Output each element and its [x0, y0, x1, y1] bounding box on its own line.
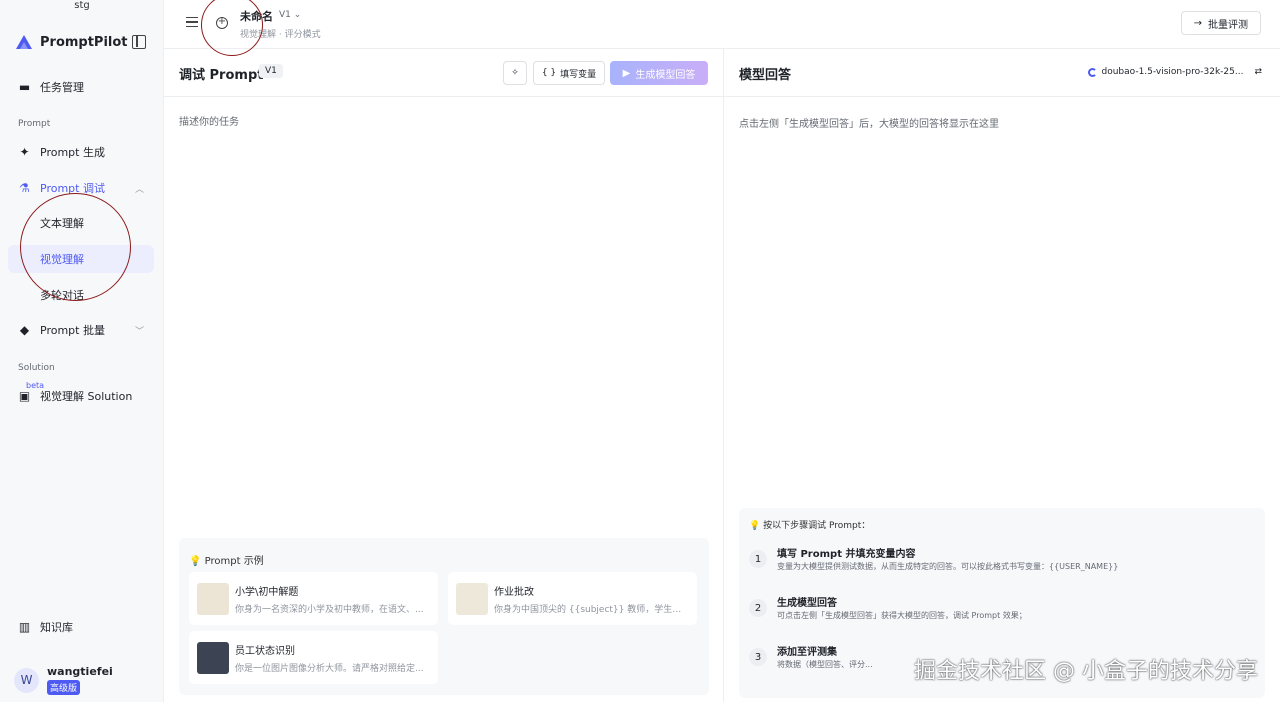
sidebar-item-label: 任务管理: [40, 81, 84, 94]
panel-title: 模型回答: [739, 68, 792, 83]
sidebar-item-prompt-gen[interactable]: ✦ Prompt 生成: [8, 138, 154, 166]
generate-button[interactable]: ▶ 生成模型回答: [610, 61, 708, 85]
watermark: 掘金技术社区 @ 小盒子的技术分享: [914, 659, 1258, 684]
section-label-prompt: Prompt: [18, 119, 51, 129]
model-selector[interactable]: doubao-1.5-vision-pro-32k-25... ⇄: [1087, 67, 1262, 77]
user-name: wangtiefei: [47, 665, 113, 678]
arrow-right-icon: →: [1193, 17, 1202, 29]
sidebar-item-task-mgmt[interactable]: ▬ 任务管理: [8, 73, 154, 101]
step-title: 生成模型回答: [777, 598, 837, 609]
sidebar-item-label: 知识库: [40, 621, 73, 634]
debug-panel: 调试 Prompt V1 ✧ { } 填写变量 ▶ 生成模型回答 描述你的任务 …: [164, 49, 724, 702]
folder-icon: ▬: [18, 80, 31, 94]
topbar: + 未命名 V1 ⌄ 视觉理解 · 评分模式 → 批量评测: [164, 0, 1280, 49]
prompt-examples: 💡 Prompt 示例 小学\初中解题 你身为一名资深的小学及初中教师，在语文、…: [179, 538, 709, 695]
chevron-down-icon: ﹀: [134, 326, 144, 337]
response-panel-header: 模型回答 doubao-1.5-vision-pro-32k-25... ⇄: [724, 49, 1280, 97]
sidebar-item-label: Prompt 批量: [40, 324, 105, 337]
example-thumbnail: [197, 641, 229, 674]
model-icon: [1087, 67, 1097, 77]
section-label-solution: Solution: [18, 363, 55, 373]
example-name: 员工状态识别: [235, 645, 295, 657]
batch-eval-button[interactable]: → 批量评测: [1180, 11, 1261, 35]
step-title: 添加至评测集: [777, 647, 837, 658]
steps-title-label: 按以下步骤调试 Prompt：: [763, 521, 871, 531]
env-label: stg: [74, 0, 90, 11]
example-card[interactable]: 小学\初中解题 你身为一名资深的小学及初中教师，在语文、...: [189, 572, 438, 625]
example-thumbnail: [197, 582, 229, 615]
avatar: W: [14, 667, 39, 693]
task-input[interactable]: 描述你的任务: [179, 113, 239, 128]
chevron-down-icon: ⌄: [293, 10, 302, 20]
doc-version-label: V1: [279, 10, 291, 20]
example-desc: 你身为中国顶尖的 {{subject}} 教师，学生会将...: [494, 604, 684, 615]
bulb-icon: 💡: [189, 556, 202, 567]
flask-icon: ⚗: [19, 181, 30, 195]
optimize-button[interactable]: ✧: [503, 61, 527, 85]
sidebar-item-label: Prompt 生成: [40, 146, 105, 159]
response-placeholder: 点击左侧「生成模型回答」后，大模型的回答将显示在这里: [739, 119, 999, 130]
panel-title: 调试 Prompt: [179, 68, 264, 83]
play-icon: ▶: [622, 67, 631, 79]
step-title: 填写 Prompt 并填充变量内容: [777, 549, 916, 560]
step-number: 1: [749, 550, 767, 568]
step-desc: 将数据（模型回答、评分...: [777, 660, 873, 669]
logo-icon: [16, 35, 32, 49]
sparkle-icon: ✧: [511, 68, 519, 78]
debug-panel-header: 调试 Prompt V1 ✧ { } 填写变量 ▶ 生成模型回答: [164, 49, 723, 97]
example-desc: 你身为一名资深的小学及初中教师，在语文、...: [235, 604, 424, 615]
example-name: 作业批改: [494, 586, 534, 598]
user-profile[interactable]: W wangtiefei 高级版: [14, 665, 113, 695]
book-icon: ▥: [18, 620, 31, 634]
generate-label: 生成模型回答: [635, 69, 696, 81]
example-desc: 你是一位图片图像分析大师。请严格对照给定...: [235, 663, 424, 674]
examples-title: 💡 Prompt 示例: [189, 552, 264, 567]
magic-icon: ✦: [19, 145, 30, 159]
example-card[interactable]: 作业批改 你身为中国顶尖的 {{subject}} 教师，学生会将...: [448, 572, 697, 625]
app-logo[interactable]: PromptPilot: [14, 33, 128, 51]
version-tag: V1: [259, 64, 283, 78]
eye-box-icon: ▣: [18, 389, 31, 403]
example-name: 小学\初中解题: [235, 586, 299, 598]
steps-title: 💡 按以下步骤调试 Prompt：: [749, 518, 870, 531]
step-desc: 变量为大模型提供测试数据，从而生成特定的回答。可以按此格式书写变量：{{USER…: [777, 562, 1119, 571]
sidebar-item-label: 视觉理解 Solution: [40, 390, 133, 403]
swap-icon[interactable]: ⇄: [1254, 67, 1262, 77]
tier-badge: 高级版: [47, 680, 81, 695]
fill-vars-label: 填写变量: [560, 69, 597, 80]
sidebar: stg PromptPilot ▬ 任务管理 Prompt ✦ Prompt 生…: [0, 0, 164, 702]
sidebar-item-knowledge[interactable]: ▥ 知识库: [8, 613, 154, 641]
fill-vars-button[interactable]: { } 填写变量: [533, 61, 605, 85]
doc-version-dropdown[interactable]: V1 ⌄: [279, 10, 301, 20]
batch-eval-label: 批量评测: [1208, 19, 1248, 31]
model-name: doubao-1.5-vision-pro-32k-25...: [1101, 67, 1244, 77]
batch-icon: ◆: [19, 323, 30, 337]
example-thumbnail: [456, 582, 488, 615]
braces-icon: { }: [541, 68, 557, 78]
example-card[interactable]: 员工状态识别 你是一位图片图像分析大师。请严格对照给定...: [189, 631, 438, 684]
bulb-icon: 💡: [749, 521, 761, 531]
step-number: 3: [749, 648, 767, 666]
annotation-circle: [20, 193, 131, 301]
chevron-up-icon: ︿: [134, 184, 144, 195]
sidebar-item-prompt-batch[interactable]: ◆ Prompt 批量 ﹀: [8, 316, 154, 344]
step-number: 2: [749, 599, 767, 617]
step-desc: 可点击左侧「生成模型回答」获得大模型的回答，调试 Prompt 效果；: [777, 611, 1027, 620]
app-name: PromptPilot: [40, 34, 128, 50]
response-panel: 模型回答 doubao-1.5-vision-pro-32k-25... ⇄ 点…: [724, 49, 1280, 702]
sidebar-item-vision-solution[interactable]: ▣ 视觉理解 Solution: [8, 382, 154, 410]
menu-icon[interactable]: [186, 17, 198, 27]
sidebar-collapse-icon[interactable]: [132, 35, 146, 49]
examples-title-label: Prompt 示例: [204, 556, 264, 567]
